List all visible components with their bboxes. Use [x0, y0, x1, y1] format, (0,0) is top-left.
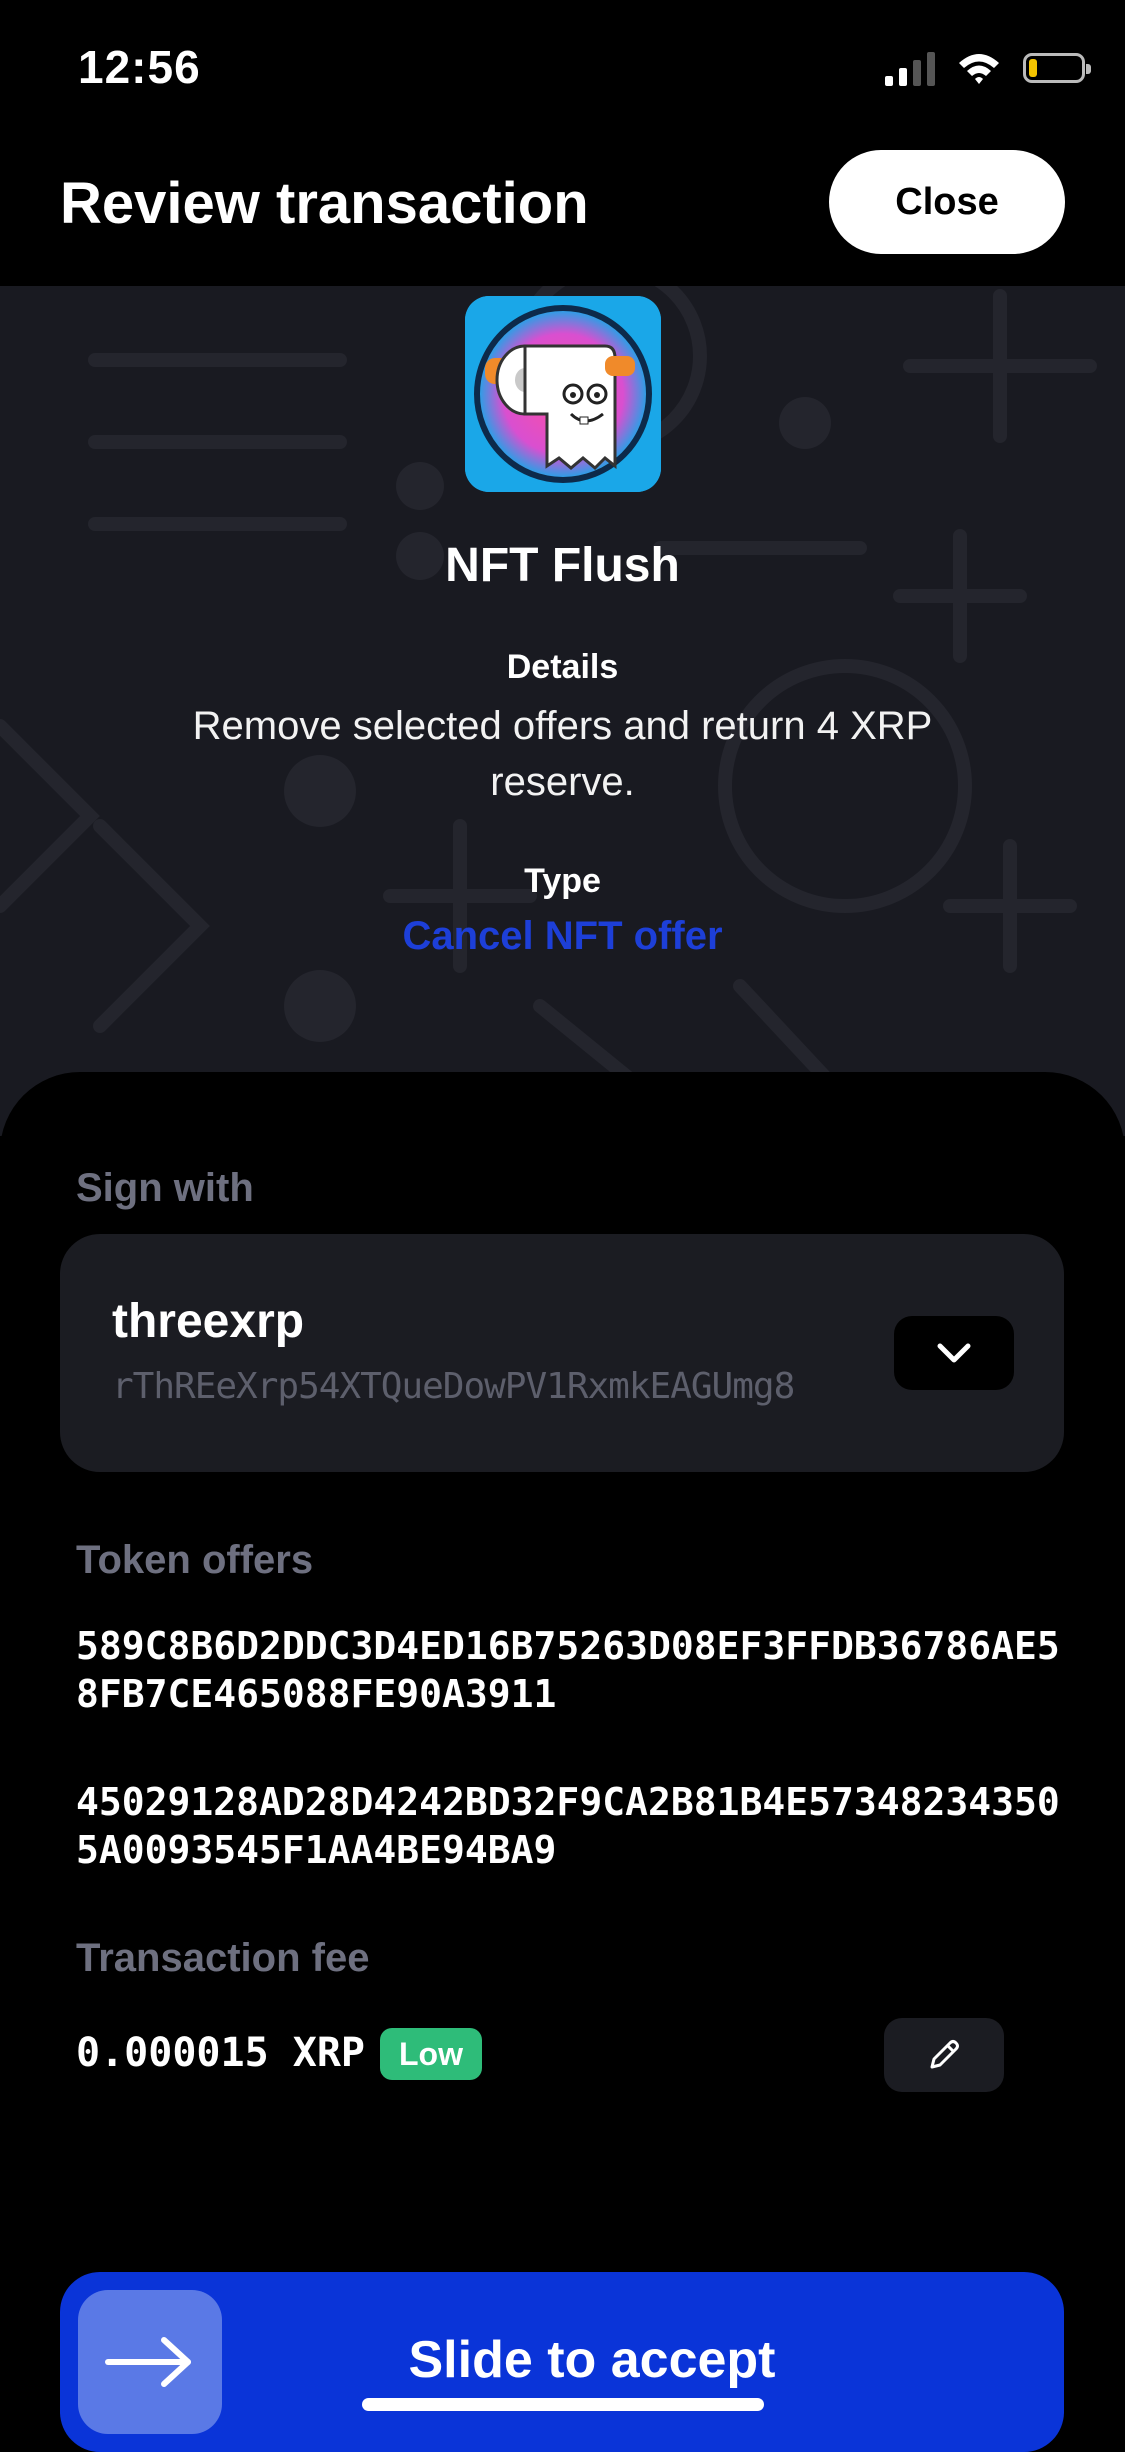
page-title: Review transaction	[60, 171, 589, 236]
token-offer-id: 589C8B6D2DDC3D4ED16B75263D08EF3FFDB36786…	[76, 1624, 1060, 1716]
transaction-fee-label: Transaction fee	[76, 1936, 370, 1980]
slide-to-accept[interactable]: Slide to accept	[60, 2272, 1064, 2452]
fee-value: 0.000015 XRP	[76, 2030, 365, 2076]
edit-fee-button[interactable]	[884, 2018, 1004, 2092]
slider-label: Slide to accept	[408, 2331, 776, 2389]
transaction-type: Cancel NFT offer	[402, 914, 723, 958]
account-name: threexrp	[112, 1295, 305, 1348]
home-indicator	[362, 2398, 764, 2411]
status-bar: 12:56	[0, 0, 1125, 140]
status-icons	[885, 50, 1091, 86]
sign-with-label: Sign with	[76, 1166, 254, 1210]
token-offers-label: Token offers	[76, 1538, 314, 1582]
wifi-icon	[959, 54, 999, 84]
token-offer-id: 45029128AD28D4242BD32F9CA2B81B4E57348234…	[76, 1780, 1060, 1872]
app-name: NFT Flush	[445, 539, 680, 592]
details-label: Details	[506, 648, 619, 686]
account-address: rThREeXrp54XTQueDowPV1RxmkEAGUmg8	[112, 1366, 795, 1407]
fee-level-badge: Low	[380, 2028, 482, 2080]
close-button[interactable]: Close	[829, 150, 1065, 254]
nft-flush-app-icon	[465, 296, 661, 492]
transaction-sheet: Sign with threexrp rThREeXrp54XTQueDowPV…	[0, 1072, 1125, 2436]
chevron-down-icon	[937, 1343, 971, 1363]
battery-icon	[1023, 53, 1091, 83]
account-dropdown-button[interactable]	[894, 1316, 1014, 1390]
cellular-signal-icon	[885, 50, 935, 86]
app-info-panel: NFT Flush Details Remove selected offers…	[0, 286, 1125, 1136]
status-time: 12:56	[78, 41, 201, 93]
account-selector[interactable]: threexrp rThREeXrp54XTQueDowPV1RxmkEAGUm…	[60, 1234, 1064, 1472]
header: Review transaction Close	[0, 140, 1125, 286]
details-text: Remove selected offers and return 4 XRP …	[192, 704, 933, 804]
pencil-icon	[930, 2040, 959, 2069]
type-label: Type	[524, 862, 601, 900]
